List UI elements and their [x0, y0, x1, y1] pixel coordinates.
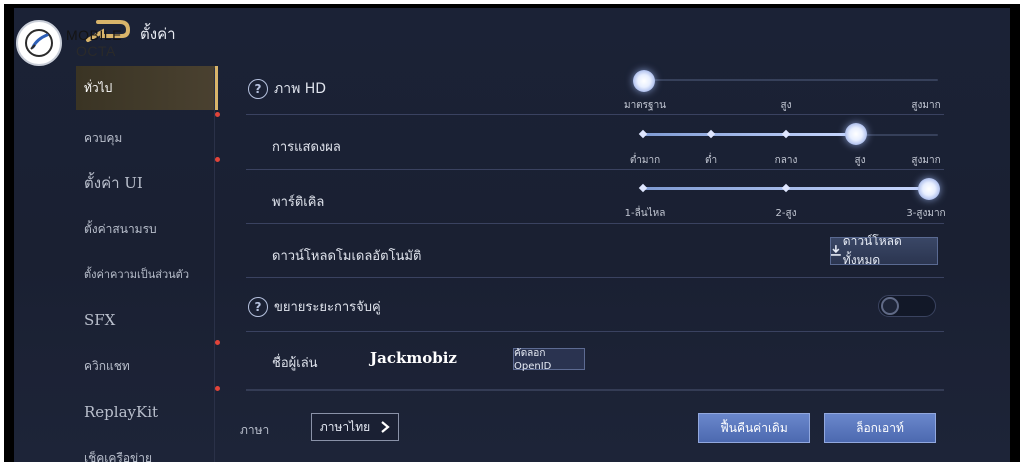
sidebar-item-label: ตั้งค่า UI — [84, 174, 143, 192]
display-setting-label: การแสดงผล — [272, 140, 341, 155]
language-select-button[interactable]: ภาษาไทย — [311, 413, 399, 441]
display-tick — [638, 129, 648, 139]
download-all-label: ดาวน์โหลดทั้งหมด — [842, 234, 902, 267]
particle-tick — [638, 183, 648, 193]
chevron-right-icon — [381, 421, 390, 433]
settings-screen: ตั้งค่า ทั่วไป ควบคุม ตั้งค่า UI ตั้งค่า… — [14, 8, 1010, 462]
matchmaking-label-text: ขยายระยะการจับคู่ — [274, 300, 381, 315]
content-bottom-divider — [246, 389, 944, 391]
sidebar-item-label: ควบคุม — [84, 130, 123, 145]
sidebar-item-label: ตั้งค่าความเป็นส่วนตัว — [84, 268, 190, 281]
display-slider-fill — [642, 133, 856, 136]
sidebar-item-battlefield[interactable]: ตั้งค่าสนามรบ — [76, 207, 218, 251]
download-all-button[interactable]: ดาวน์โหลดทั้งหมด — [830, 234, 938, 267]
sidebar-item-label: SFX — [84, 311, 116, 329]
sidebar-item-label: ทั่วไป — [84, 80, 113, 95]
restore-defaults-button[interactable]: ฟื้นคืนค่าเดิม — [698, 413, 810, 443]
mobileocta-logo — [16, 20, 62, 66]
logout-button[interactable]: ล็อกเอาท์ — [824, 413, 936, 443]
hd-tick-label: มาตรฐาน — [623, 100, 667, 111]
row-divider — [246, 331, 944, 332]
help-icon[interactable]: ? — [248, 296, 268, 317]
sidebar-item-label: ควิกแชท — [84, 358, 130, 373]
sidebar-item-label: ReplayKit — [84, 403, 159, 421]
display-tick-label: สูง — [854, 155, 866, 166]
watermark-line1: MOBILE — [66, 27, 122, 43]
page-title: ตั้งค่า — [140, 25, 176, 43]
display-tick — [706, 129, 716, 139]
notification-dot — [215, 112, 220, 117]
notification-dot — [215, 340, 220, 345]
sidebar-item-network[interactable]: เช็คเครือข่าย — [76, 436, 218, 463]
sidebar: ทั่วไป ควบคุม ตั้งค่า UI ตั้งค่าสนามรบ ต… — [76, 66, 220, 463]
language-label: ภาษา — [240, 423, 270, 437]
particle-setting-label: พาร์ติเคิล — [272, 195, 325, 210]
row-divider — [246, 223, 944, 224]
copy-openid-button[interactable]: คัดลอก OpenID — [513, 348, 585, 372]
display-tick-label: ต่ำ — [704, 155, 718, 166]
display-slider-knob[interactable] — [845, 123, 867, 145]
particle-tick-label: 2-สูง — [775, 208, 797, 219]
particle-tick-label: 1-ลื่นไหล — [624, 208, 666, 219]
player-name-value: Jackmobiz — [370, 349, 457, 367]
sidebar-item-label: เช็คเครือข่าย — [84, 450, 153, 463]
display-tick-label: สูงมาก — [911, 155, 941, 166]
download-icon — [831, 245, 841, 256]
watermark-text: MOBILE OCTA — [66, 27, 122, 59]
language-value: ภาษาไทย — [319, 419, 371, 434]
watermark-line2: OCTA — [76, 43, 116, 59]
sidebar-item-general[interactable]: ทั่วไป — [76, 66, 218, 110]
sidebar-item-controls[interactable]: ควบคุม — [76, 112, 220, 160]
sidebar-divider — [214, 68, 215, 462]
sidebar-item-quickchat[interactable]: ควิกแชท — [76, 340, 220, 388]
player-name-label: ชื่อผู้เล่น — [272, 356, 318, 371]
sidebar-item-ui[interactable]: ตั้งค่า UI — [76, 157, 220, 205]
pen-logo-icon — [25, 29, 53, 57]
display-tick-label: ต่ำมาก — [629, 155, 661, 166]
sidebar-item-replaykit[interactable]: ReplayKit — [76, 386, 220, 434]
hd-slider-knob[interactable] — [633, 70, 655, 92]
help-icon[interactable]: ? — [248, 79, 268, 99]
hd-tick-label: สูงมาก — [911, 100, 941, 111]
notification-dot — [215, 157, 220, 162]
sidebar-item-label: ตั้งค่าสนามรบ — [84, 221, 157, 236]
sidebar-item-sfx[interactable]: SFX — [76, 298, 218, 342]
notification-dot — [215, 386, 220, 391]
particle-tick — [781, 183, 791, 193]
auto-download-label: ดาวน์โหลดโมเดลอัตโนมัติ — [272, 249, 422, 264]
particle-tick-label: 3-สูงมาก — [906, 208, 946, 219]
hd-slider-track[interactable] — [642, 79, 938, 81]
hd-label-text: ภาพ HD — [274, 81, 327, 97]
matchmaking-setting-label: ? ขยายระยะการจับคู่ — [248, 296, 381, 317]
row-divider — [246, 169, 944, 170]
hd-tick-label: สูง — [780, 100, 792, 111]
hd-setting-label: ? ภาพ HD — [248, 78, 326, 100]
matchmaking-toggle[interactable] — [878, 295, 936, 317]
display-tick-label: กลาง — [774, 155, 798, 166]
sidebar-item-privacy[interactable]: ตั้งค่าความเป็นส่วนตัว — [76, 252, 218, 296]
display-tick — [781, 129, 791, 139]
row-divider — [246, 114, 944, 115]
row-divider — [246, 277, 944, 278]
toggle-knob — [881, 297, 899, 315]
particle-slider-knob[interactable] — [918, 178, 940, 200]
